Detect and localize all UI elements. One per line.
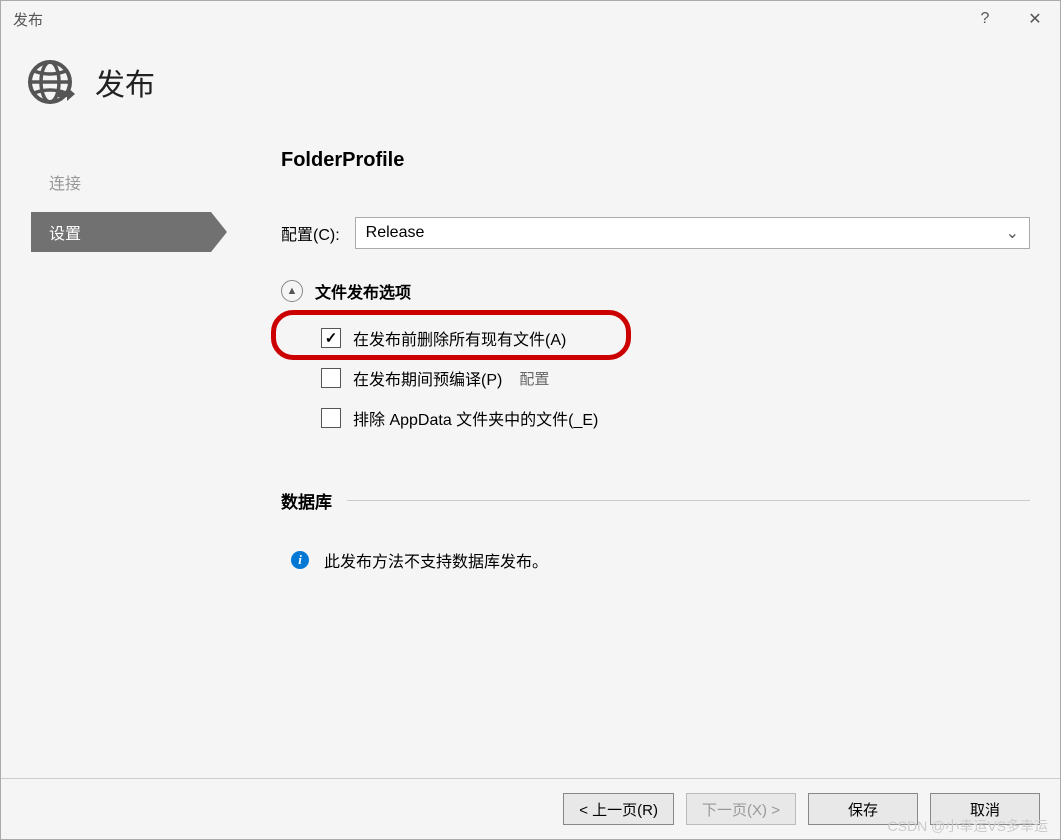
database-info-row: i 此发布方法不支持数据库发布。 (281, 548, 1030, 572)
watermark: CSDN @小幸运VS多幸运 (888, 816, 1048, 836)
configure-link[interactable]: 配置 (519, 368, 549, 389)
sidebar: 连接 设置 (1, 137, 231, 778)
window-title: 发布 (13, 9, 43, 30)
checkbox-exclude-appdata[interactable] (321, 408, 341, 428)
option-label: 在发布前删除所有现有文件(A) (353, 326, 566, 350)
option-delete-existing[interactable]: 在发布前删除所有现有文件(A) (321, 318, 1030, 358)
config-label: 配置(C): (281, 221, 340, 245)
help-button[interactable]: ? (960, 1, 1010, 37)
sidebar-item-label: 连接 (49, 170, 81, 194)
chevron-down-icon: ⌄ (1006, 223, 1019, 243)
main-panel: FolderProfile 配置(C): Release ⌄ ▲ 文件发布选项 (231, 137, 1060, 778)
titlebar: 发布 ? ✕ (1, 1, 1060, 37)
prev-button[interactable]: < 上一页(R) (563, 793, 674, 825)
option-exclude-appdata[interactable]: 排除 AppData 文件夹中的文件(_E) (321, 398, 1030, 438)
option-label: 在发布期间预编译(P) (353, 366, 502, 390)
divider (347, 500, 1030, 501)
database-title: 数据库 (281, 488, 332, 513)
file-options-title: 文件发布选项 (315, 279, 411, 303)
sidebar-item-label: 设置 (49, 220, 81, 244)
option-precompile[interactable]: 在发布期间预编译(P) 配置 (321, 358, 1030, 398)
sidebar-item-settings[interactable]: 设置 (31, 212, 211, 252)
profile-name: FolderProfile (281, 149, 1030, 172)
database-info-text: 此发布方法不支持数据库发布。 (324, 548, 548, 572)
database-section-header: 数据库 (281, 488, 1030, 513)
file-options: 在发布前删除所有现有文件(A) 在发布期间预编译(P) 配置 排除 AppDat… (281, 318, 1030, 438)
option-label: 排除 AppData 文件夹中的文件(_E) (353, 406, 598, 430)
sidebar-item-connection[interactable]: 连接 (31, 162, 231, 202)
collapse-toggle[interactable]: ▲ (281, 280, 303, 302)
config-value: Release (366, 224, 425, 242)
publish-globe-icon (25, 57, 75, 107)
checkbox-precompile[interactable] (321, 368, 341, 388)
next-button: 下一页(X) > (686, 793, 796, 825)
chevron-up-icon: ▲ (287, 285, 298, 297)
config-dropdown[interactable]: Release ⌄ (355, 217, 1030, 249)
checkbox-delete-existing[interactable] (321, 328, 341, 348)
info-icon: i (291, 551, 309, 569)
page-title: 发布 (95, 60, 155, 104)
close-button[interactable]: ✕ (1010, 1, 1060, 37)
publish-dialog: 发布 ? ✕ 发布 连接 设置 (0, 0, 1061, 840)
header: 发布 (1, 37, 1060, 137)
